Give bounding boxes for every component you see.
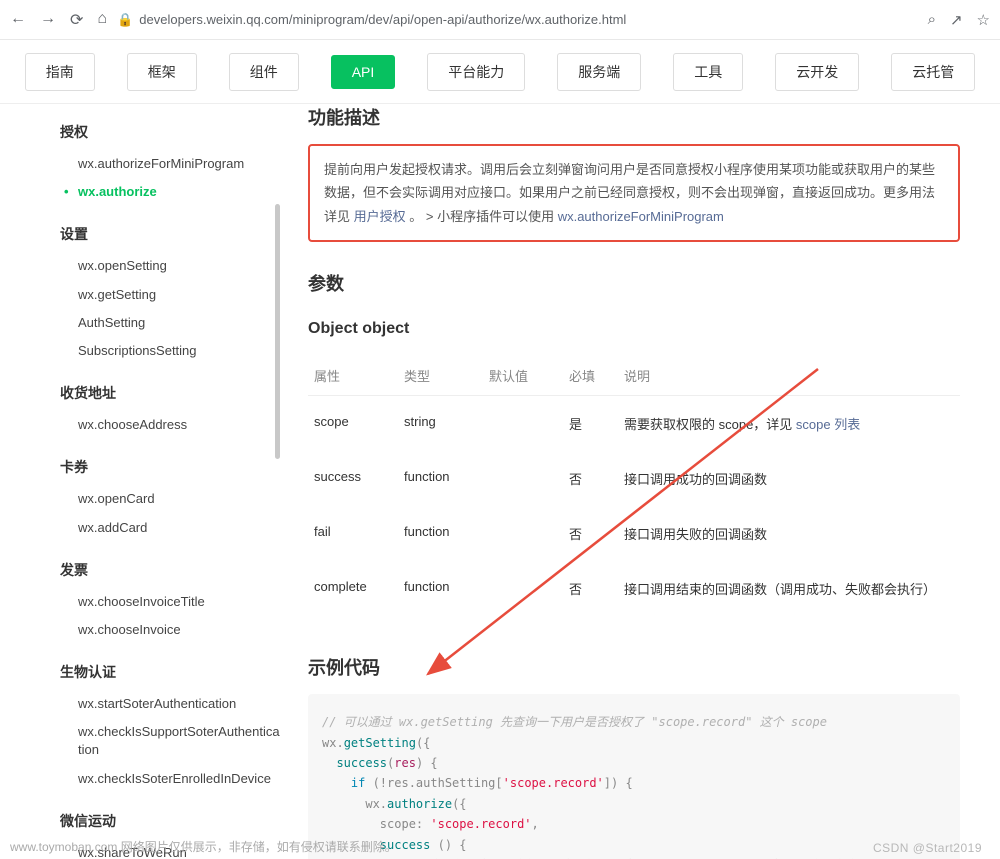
sidebar-item[interactable]: wx.checkIsSoterEnrolledInDevice bbox=[60, 765, 280, 793]
lock-icon: 🔒 bbox=[117, 12, 133, 28]
description-box: 提前向用户发起授权请求。调用后会立刻弹窗询问用户是否同意授权小程序使用某项功能或… bbox=[308, 144, 960, 242]
nav-item[interactable]: 云开发 bbox=[775, 53, 859, 91]
sidebar-item[interactable]: wx.checkIsSupportSoterAuthentication bbox=[60, 718, 280, 764]
sidebar-group-title: 设置 bbox=[60, 224, 280, 244]
share-icon[interactable]: ↗ bbox=[950, 11, 963, 29]
sidebar-item[interactable]: wx.startSoterAuthentication bbox=[60, 690, 280, 718]
sidebar-group-title: 收货地址 bbox=[60, 383, 280, 403]
home-icon[interactable]: ⌂ bbox=[97, 10, 107, 30]
table-cell: function bbox=[398, 451, 483, 506]
star-icon[interactable]: ☆ bbox=[977, 11, 990, 29]
url-text: developers.weixin.qq.com/miniprogram/dev… bbox=[139, 12, 626, 27]
back-icon[interactable]: ← bbox=[10, 10, 26, 30]
nav-item[interactable]: 云托管 bbox=[891, 53, 975, 91]
nav-item[interactable]: 框架 bbox=[127, 53, 197, 91]
table-cell: complete bbox=[308, 561, 398, 616]
section-title: 功能描述 bbox=[308, 104, 960, 130]
bottom-note: www.toymoban.com 网络图片仅供展示，非存储，如有侵权请联系删除。 bbox=[10, 838, 397, 855]
table-cell: scope bbox=[308, 396, 398, 452]
table-header: 属性 bbox=[308, 356, 398, 396]
nav-item[interactable]: 组件 bbox=[229, 53, 299, 91]
nav-item[interactable]: 平台能力 bbox=[427, 53, 525, 91]
sidebar-group-title: 授权 bbox=[60, 122, 280, 142]
sidebar-item[interactable]: wx.chooseInvoiceTitle bbox=[60, 588, 280, 616]
sidebar-group-title: 生物认证 bbox=[60, 662, 280, 682]
table-cell: function bbox=[398, 506, 483, 561]
sidebar-item[interactable]: wx.getSetting bbox=[60, 281, 280, 309]
table-cell bbox=[483, 506, 563, 561]
nav-item[interactable]: 服务端 bbox=[557, 53, 641, 91]
table-cell: 需要获取权限的 scope，详见 scope 列表 bbox=[618, 396, 960, 452]
sidebar-item[interactable]: wx.chooseAddress bbox=[60, 411, 280, 439]
table-cell: 接口调用成功的回调函数 bbox=[618, 451, 960, 506]
desc-text: 。 > 小程序插件可以使用 bbox=[409, 209, 557, 224]
sidebar-group-title: 微信运动 bbox=[60, 811, 280, 831]
table-row: completefunction 否接口调用结束的回调函数（调用成功、失败都会执行… bbox=[308, 561, 960, 616]
table-cell: success bbox=[308, 451, 398, 506]
code-block: // 可以通过 wx.getSetting 先查询一下用户是否授权了 "scop… bbox=[308, 694, 960, 859]
sidebar-item[interactable]: AuthSetting bbox=[60, 309, 280, 337]
table-row: successfunction 否接口调用成功的回调函数 bbox=[308, 451, 960, 506]
sidebar-item[interactable]: wx.authorizeForMiniProgram bbox=[60, 150, 280, 178]
table-cell: 否 bbox=[563, 561, 618, 616]
params-table: 属性类型默认值必填说明 scopestring 是需要获取权限的 scope，详见… bbox=[308, 356, 960, 616]
object-heading: Object object bbox=[308, 320, 960, 338]
table-cell bbox=[483, 396, 563, 452]
reload-icon[interactable]: ⟳ bbox=[70, 10, 83, 30]
url-bar[interactable]: 🔒 developers.weixin.qq.com/miniprogram/d… bbox=[117, 12, 917, 28]
sidebar-group-title: 发票 bbox=[60, 560, 280, 580]
table-cell: 接口调用结束的回调函数（调用成功、失败都会执行） bbox=[618, 561, 960, 616]
nav-item[interactable]: 指南 bbox=[25, 53, 95, 91]
table-cell: string bbox=[398, 396, 483, 452]
scope-list-link[interactable]: scope 列表 bbox=[796, 417, 860, 432]
main-content: 功能描述 提前向用户发起授权请求。调用后会立刻弹窗询问用户是否同意授权小程序使用… bbox=[280, 104, 1000, 859]
table-row: failfunction 否接口调用失败的回调函数 bbox=[308, 506, 960, 561]
search-icon[interactable]: ⌕ bbox=[928, 11, 936, 29]
table-cell: 是 bbox=[563, 396, 618, 452]
params-heading: 参数 bbox=[308, 270, 960, 296]
forward-icon[interactable]: → bbox=[40, 10, 56, 30]
table-row: scopestring 是需要获取权限的 scope，详见 scope 列表 bbox=[308, 396, 960, 452]
table-cell: 否 bbox=[563, 451, 618, 506]
table-cell bbox=[483, 561, 563, 616]
watermark: CSDN @Start2019 bbox=[873, 841, 982, 855]
table-header: 必填 bbox=[563, 356, 618, 396]
sidebar-item[interactable]: wx.openSetting bbox=[60, 252, 280, 280]
sidebar-item[interactable]: SubscriptionsSetting bbox=[60, 337, 280, 365]
sidebar-group-title: 卡券 bbox=[60, 457, 280, 477]
desc-link-auth[interactable]: 用户授权 bbox=[354, 209, 406, 224]
sidebar-item[interactable]: wx.chooseInvoice bbox=[60, 616, 280, 644]
table-cell: fail bbox=[308, 506, 398, 561]
top-nav: 指南框架组件 API 平台能力服务端工具云开发云托管 bbox=[0, 40, 1000, 104]
table-cell: 否 bbox=[563, 506, 618, 561]
table-header: 类型 bbox=[398, 356, 483, 396]
table-cell bbox=[483, 451, 563, 506]
table-cell: function bbox=[398, 561, 483, 616]
sidebar-item[interactable]: wx.authorize bbox=[60, 178, 280, 206]
example-heading: 示例代码 bbox=[308, 654, 960, 680]
desc-link-authorize-mini[interactable]: wx.authorizeForMiniProgram bbox=[558, 209, 724, 224]
nav-item[interactable]: API bbox=[331, 55, 396, 89]
sidebar-item[interactable]: wx.addCard bbox=[60, 514, 280, 542]
browser-bar: ← → ⟳ ⌂ 🔒 developers.weixin.qq.com/minip… bbox=[0, 0, 1000, 40]
sidebar-item[interactable]: wx.openCard bbox=[60, 485, 280, 513]
table-header: 默认值 bbox=[483, 356, 563, 396]
table-header: 说明 bbox=[618, 356, 960, 396]
sidebar[interactable]: 授权 wx.authorizeForMiniProgramwx.authorize… bbox=[0, 104, 280, 859]
nav-item[interactable]: 工具 bbox=[673, 53, 743, 91]
table-cell: 接口调用失败的回调函数 bbox=[618, 506, 960, 561]
